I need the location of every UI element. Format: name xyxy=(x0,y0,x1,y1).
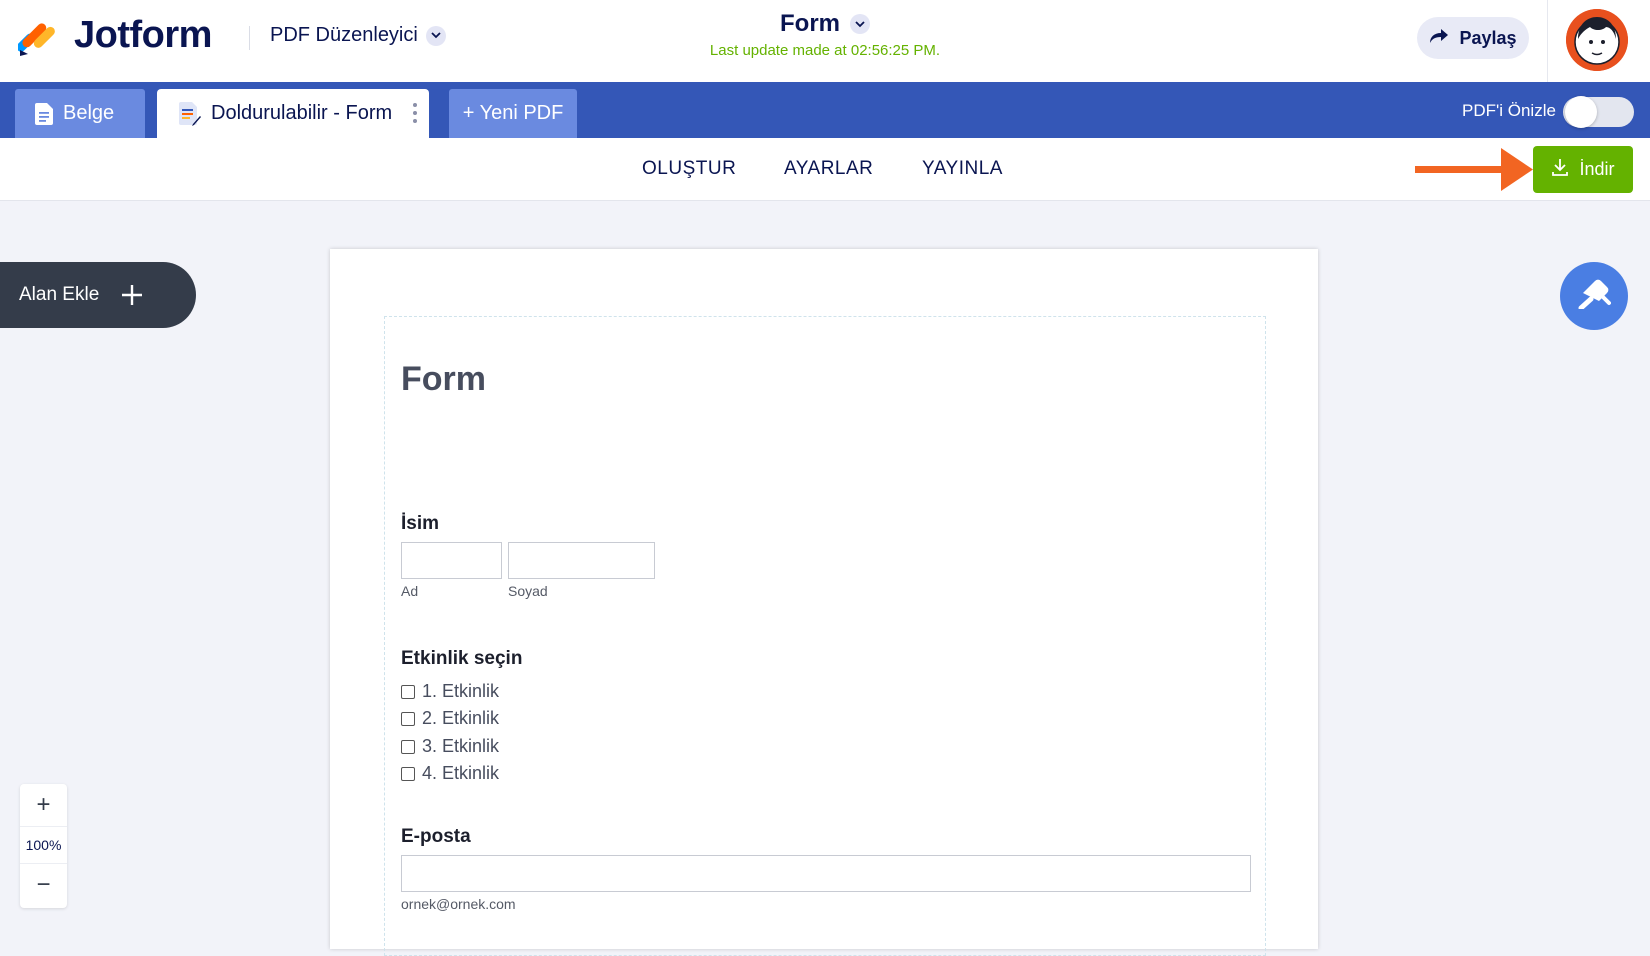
zoom-out-button[interactable]: − xyxy=(20,868,67,902)
first-name-sublabel: Ad xyxy=(401,583,419,599)
nav-tab-ayarlar[interactable]: AYARLAR xyxy=(784,158,873,180)
first-name-input[interactable] xyxy=(401,542,502,579)
nav-tab-yayinla[interactable]: YAYINLA xyxy=(922,158,1003,180)
header-divider xyxy=(249,26,250,50)
share-arrow-icon xyxy=(1429,28,1449,49)
event-option-label: 3. Etkinlik xyxy=(422,736,500,756)
checkbox[interactable] xyxy=(401,766,415,781)
new-pdf-tab[interactable]: + Yeni PDF xyxy=(449,89,577,138)
form-title[interactable]: Form xyxy=(401,360,486,399)
orange-arrow-annotation xyxy=(1415,148,1535,197)
header-divider xyxy=(1547,0,1548,82)
add-field-button[interactable]: Alan Ekle xyxy=(0,262,196,328)
chevron-down-icon xyxy=(850,14,870,34)
last-name-input[interactable] xyxy=(508,542,655,579)
user-avatar[interactable] xyxy=(1566,9,1628,71)
last-name-sublabel: Soyad xyxy=(508,583,548,599)
tab-label: Doldurulabilir - Form xyxy=(211,102,393,124)
event-option-label: 4. Etkinlik xyxy=(422,763,500,783)
pdf-preview-toggle[interactable] xyxy=(1563,96,1634,128)
event-option-label: 1. Etkinlik xyxy=(422,681,500,701)
zoom-in-button[interactable]: + xyxy=(20,788,67,822)
chevron-down-icon xyxy=(425,25,446,46)
tab-fillable-form[interactable]: Doldurulabilir - Form xyxy=(157,89,429,138)
event-option[interactable]: 3. Etkinlik xyxy=(401,736,499,757)
tab-label: Belge xyxy=(63,102,115,124)
event-option[interactable]: 4. Etkinlik xyxy=(401,763,499,784)
download-icon xyxy=(1551,158,1569,181)
tab-label: + Yeni PDF xyxy=(462,102,564,124)
add-field-label: Alan Ekle xyxy=(19,284,100,305)
document-title-area: Form Last update made at 02:56:25 PM. xyxy=(640,10,1010,59)
event-option-label: 2. Etkinlik xyxy=(422,708,500,728)
document-title[interactable]: Form xyxy=(780,10,870,38)
event-option[interactable]: 1. Etkinlik xyxy=(401,681,499,702)
document-title-text: Form xyxy=(780,10,840,37)
form-content-area: Form İsim Ad Soyad Etkinlik seçin 1. Etk… xyxy=(384,316,1266,956)
checkbox[interactable] xyxy=(401,711,415,726)
email-field-label: E-posta xyxy=(401,826,471,847)
share-button[interactable]: Paylaş xyxy=(1417,17,1529,59)
zoom-control: + 100% − xyxy=(20,784,67,908)
last-update-status: Last update made at 02:56:25 PM. xyxy=(709,42,941,59)
tab-more-icon[interactable] xyxy=(413,103,417,123)
share-label: Paylaş xyxy=(1459,27,1517,48)
plus-icon xyxy=(121,284,143,306)
tab-belge[interactable]: Belge xyxy=(15,89,145,138)
top-header: Jotform PDF Düzenleyici Form Last update… xyxy=(0,0,1650,82)
jotform-logo[interactable]: Jotform xyxy=(16,14,212,57)
document-icon xyxy=(35,102,53,125)
email-sublabel: ornek@ornek.com xyxy=(401,896,516,912)
zoom-level: 100% xyxy=(20,826,67,864)
toggle-knob xyxy=(1565,96,1597,128)
download-label: İndir xyxy=(1579,159,1615,179)
pdf-page: Form İsim Ad Soyad Etkinlik seçin 1. Etk… xyxy=(330,249,1318,956)
events-field-label: Etkinlik seçin xyxy=(401,648,523,669)
download-button[interactable]: İndir xyxy=(1533,146,1633,193)
product-switcher[interactable]: PDF Düzenleyici xyxy=(270,24,446,47)
pdf-preview-label: PDF'i Önizle xyxy=(1462,101,1556,120)
brand-name: Jotform xyxy=(74,14,212,56)
builder-nav-bar: OLUŞTUR AYARLAR YAYINLA xyxy=(0,138,1650,201)
name-field-label: İsim xyxy=(401,513,440,534)
form-designer-button[interactable] xyxy=(1560,262,1628,330)
fillable-form-icon xyxy=(179,101,201,126)
email-input[interactable] xyxy=(401,855,1251,892)
jotform-logo-icon xyxy=(16,16,58,56)
document-tab-bar: Belge Doldurulabilir - Form + Yeni PDF P… xyxy=(0,82,1650,138)
checkbox[interactable] xyxy=(401,684,415,699)
checkbox[interactable] xyxy=(401,739,415,754)
paint-roller-icon xyxy=(1577,279,1611,314)
product-name: PDF Düzenleyici xyxy=(270,24,418,46)
nav-tab-olustur[interactable]: OLUŞTUR xyxy=(642,158,736,180)
event-option[interactable]: 2. Etkinlik xyxy=(401,708,499,729)
